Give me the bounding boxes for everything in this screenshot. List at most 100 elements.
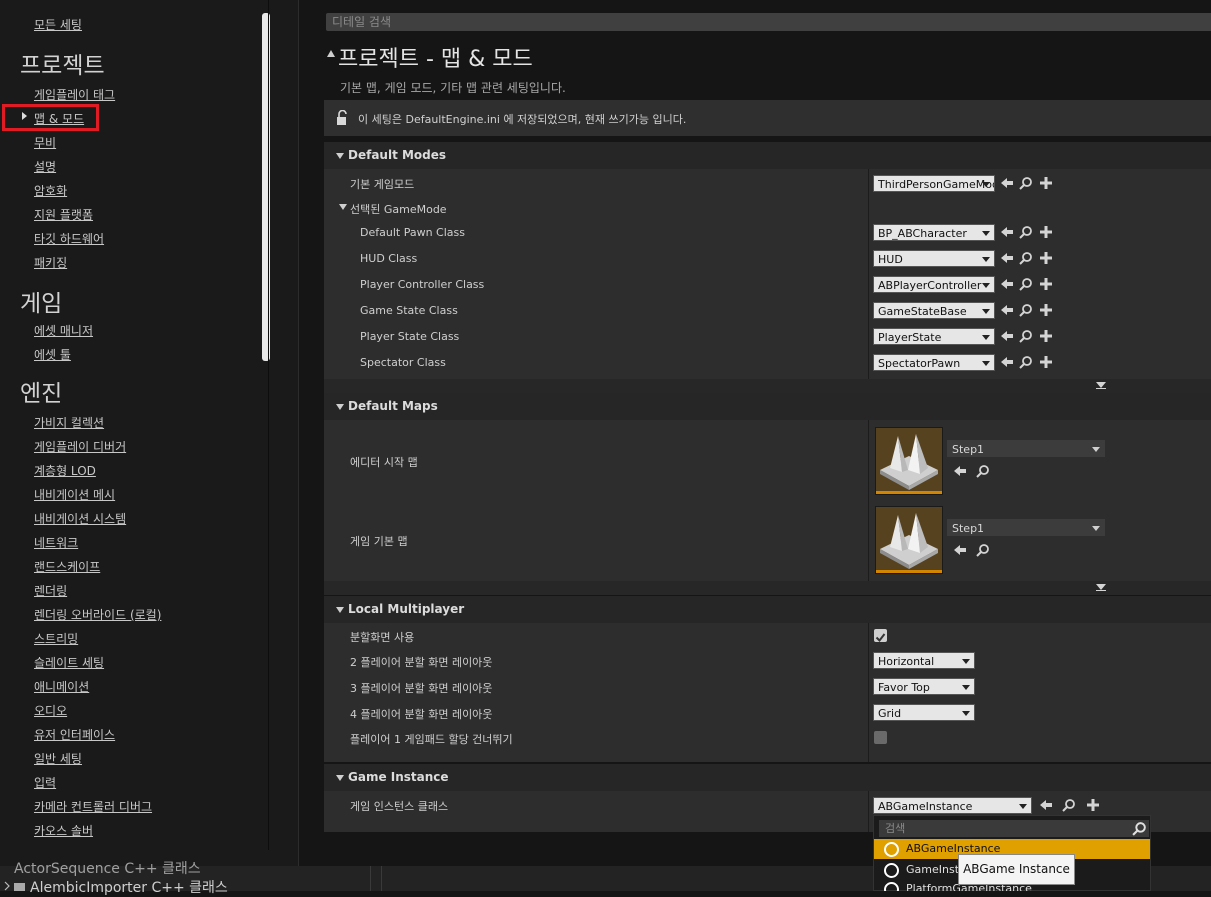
default-pawn-combo[interactable]: BP_ABCharacter — [873, 224, 995, 241]
browse-search-icon[interactable] — [1019, 355, 1033, 369]
nav-item-supported-platforms[interactable]: 지원 플랫폼 — [34, 206, 93, 223]
advanced-expander-bar[interactable] — [324, 379, 1211, 393]
browse-search-icon[interactable] — [1019, 176, 1033, 190]
nav-category-game: 게임 — [20, 291, 63, 317]
nav-item-audio[interactable]: 오디오 — [34, 702, 67, 719]
nav-item-packaging[interactable]: 패키징 — [34, 254, 67, 271]
nav-item-nav-mesh[interactable]: 내비게이션 메시 — [34, 486, 115, 503]
nav-item-garbage-collection[interactable]: 가비지 컬렉션 — [34, 414, 104, 431]
section-collapse-icon — [336, 607, 344, 613]
add-plus-icon[interactable] — [1039, 176, 1053, 190]
add-plus-icon[interactable] — [1039, 277, 1053, 291]
browse-search-icon[interactable] — [1019, 225, 1033, 239]
nav-item-slate-settings[interactable]: 슬레이트 세팅 — [34, 654, 104, 671]
section-header-default-modes[interactable]: Default Modes — [324, 142, 1211, 169]
spectator-combo[interactable]: SpectatorPawn — [873, 354, 995, 371]
browse-search-icon[interactable] — [1019, 251, 1033, 265]
player-state-combo[interactable]: PlayerState — [873, 328, 995, 345]
game-default-map-combo[interactable]: Step1 — [947, 519, 1105, 536]
nav-item-movies[interactable]: 무비 — [34, 134, 56, 151]
add-plus-icon[interactable] — [1039, 225, 1053, 239]
browse-search-icon[interactable] — [1019, 277, 1033, 291]
hud-class-combo[interactable]: HUD — [873, 250, 995, 267]
details-search-input[interactable]: 디테일 검색 — [326, 13, 1211, 31]
4p-layout-combo[interactable]: Grid — [873, 704, 975, 721]
2p-layout-combo[interactable]: Horizontal — [873, 652, 975, 669]
nav-item-description[interactable]: 설명 — [34, 158, 56, 175]
add-plus-icon[interactable] — [1039, 329, 1053, 343]
property-label-2p-layout: 2 플레이어 분할 화면 레이아웃 — [350, 656, 493, 669]
nav-item-animation[interactable]: 애니메이션 — [34, 678, 89, 695]
folder-alembicimporter[interactable]: AlembicImporter C++ 클래스 — [30, 877, 228, 897]
default-modes-panel — [324, 142, 1211, 393]
editor-startup-map-combo[interactable]: Step1 — [947, 440, 1105, 457]
nav-item-gameplay-tags[interactable]: 게임플레이 태그 — [34, 86, 115, 103]
use-selected-arrow-icon[interactable] — [1000, 355, 1014, 369]
skip-gamepad-checkbox[interactable] — [874, 731, 887, 744]
browse-search-icon[interactable] — [1019, 329, 1033, 343]
nav-item-asset-tools[interactable]: 에셋 툴 — [34, 346, 71, 363]
section-title: Game Instance — [348, 770, 449, 784]
collapse-arrow-icon[interactable] — [327, 50, 335, 57]
class-picker-search-input[interactable]: 검색 — [879, 820, 1149, 837]
use-selected-arrow-icon[interactable] — [1000, 277, 1014, 291]
map-thumbnail[interactable] — [875, 427, 943, 495]
nav-divider — [268, 0, 269, 850]
split-screen-checkbox[interactable] — [874, 629, 887, 643]
section-header-game-instance[interactable]: Game Instance — [324, 764, 1211, 791]
game-state-combo[interactable]: GameStateBase — [873, 302, 995, 319]
use-selected-arrow-icon[interactable] — [1000, 251, 1014, 265]
add-plus-icon[interactable] — [1039, 303, 1053, 317]
property-label-spectator: Spectator Class — [360, 356, 446, 369]
browse-search-icon[interactable] — [976, 464, 990, 478]
section-collapse-icon — [336, 775, 344, 781]
nav-item-gameplay-debugger[interactable]: 게임플레이 디버거 — [34, 438, 126, 455]
nav-item-landscape[interactable]: 랜드스케이프 — [34, 558, 100, 575]
nav-item-input[interactable]: 입력 — [34, 774, 56, 791]
add-plus-icon[interactable] — [1039, 355, 1053, 369]
advanced-expander-bar[interactable] — [324, 581, 1211, 595]
use-selected-arrow-icon[interactable] — [953, 464, 967, 478]
nav-item-user-interface[interactable]: 유저 인터페이스 — [34, 726, 115, 743]
page-subtitle: 기본 맵, 게임 모드, 기타 맵 관련 세팅입니다. — [340, 81, 566, 95]
use-selected-arrow-icon[interactable] — [1000, 225, 1014, 239]
nav-item-all-settings[interactable]: 모든 세팅 — [34, 16, 82, 33]
class-circle-icon — [884, 882, 899, 891]
use-selected-arrow-icon[interactable] — [953, 543, 967, 557]
nav-item-target-hardware[interactable]: 타깃 하드웨어 — [34, 230, 104, 247]
use-selected-arrow-icon[interactable] — [1000, 329, 1014, 343]
nav-item-network[interactable]: 네트워크 — [34, 534, 78, 551]
add-plus-icon[interactable] — [1039, 251, 1053, 265]
nav-item-camera-controller-debug[interactable]: 카메라 컨트롤러 디버그 — [34, 798, 152, 815]
expand-selected-gamemode-icon[interactable] — [339, 204, 347, 210]
nav-item-nav-system[interactable]: 내비게이션 시스템 — [34, 510, 126, 527]
property-label-game-instance-class: 게임 인스턴스 클래스 — [350, 800, 449, 813]
nav-item-rendering-override[interactable]: 렌더링 오버라이드 (로컬) — [34, 606, 161, 623]
nav-item-rendering[interactable]: 렌더링 — [34, 582, 67, 599]
use-selected-arrow-icon[interactable] — [1000, 176, 1014, 190]
add-plus-icon[interactable] — [1086, 798, 1100, 812]
map-thumbnail[interactable] — [875, 506, 943, 574]
nav-item-crypto[interactable]: 암호화 — [34, 182, 67, 199]
class-circle-icon — [884, 863, 899, 878]
default-gamemode-combo[interactable]: ThirdPersonGameMode — [873, 175, 995, 192]
use-selected-arrow-icon[interactable] — [1000, 303, 1014, 317]
folder-actorsequence[interactable]: ActorSequence C++ 클래스 — [14, 858, 201, 878]
section-title: Local Multiplayer — [348, 602, 465, 616]
3p-layout-combo[interactable]: Favor Top — [873, 678, 975, 695]
browse-search-icon[interactable] — [976, 543, 990, 557]
use-selected-arrow-icon[interactable] — [1039, 798, 1053, 812]
browse-search-icon[interactable] — [1019, 303, 1033, 317]
nav-item-general-settings[interactable]: 일반 세팅 — [34, 750, 82, 767]
game-instance-combo[interactable]: ABGameInstance — [873, 797, 1032, 814]
nav-item-streaming[interactable]: 스트리밍 — [34, 630, 78, 647]
section-header-default-maps[interactable]: Default Maps — [324, 393, 1211, 420]
nav-item-asset-manager[interactable]: 에셋 매니저 — [34, 322, 93, 339]
property-label-split-screen: 분할화면 사용 — [350, 631, 415, 644]
player-controller-combo[interactable]: ABPlayerController — [873, 276, 995, 293]
nav-item-hlod[interactable]: 계층형 LOD — [34, 462, 96, 479]
panel-divider — [298, 0, 299, 866]
section-header-local-multiplayer[interactable]: Local Multiplayer — [324, 596, 1211, 623]
nav-item-chaos-solver[interactable]: 카오스 솔버 — [34, 822, 93, 839]
browse-search-icon[interactable] — [1062, 798, 1076, 812]
